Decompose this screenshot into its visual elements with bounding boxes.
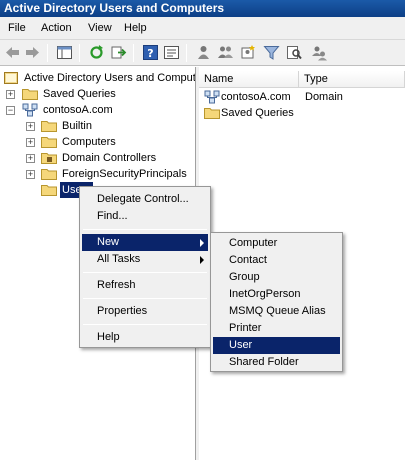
tree-label-builtin: Builtin bbox=[62, 120, 92, 132]
expand-icon[interactable]: + bbox=[6, 90, 15, 99]
tree-label-computers: Computers bbox=[62, 136, 116, 148]
submenu-item-msmq-queue-alias[interactable]: MSMQ Queue Alias bbox=[213, 303, 340, 320]
tree-label-foreign-security-principals: ForeignSecurityPrincipals bbox=[62, 168, 187, 180]
tree-label-root: Active Directory Users and Computers bbox=[24, 72, 196, 84]
console-tree-icon[interactable] bbox=[56, 44, 73, 61]
export-icon[interactable] bbox=[110, 44, 127, 61]
menu-item-all-tasks[interactable]: All Tasks bbox=[82, 251, 208, 268]
menu-help[interactable]: Help bbox=[124, 22, 147, 34]
snapin-icon bbox=[4, 72, 20, 84]
menu-item-properties[interactable]: Properties bbox=[82, 303, 208, 320]
window-title-bar: Active Directory Users and Computers bbox=[0, 0, 405, 17]
tree-item-domain[interactable]: − contosoA.com bbox=[6, 102, 195, 118]
toolbar: ? bbox=[0, 40, 405, 66]
submenu-item-contact[interactable]: Contact bbox=[213, 252, 340, 269]
back-icon[interactable] bbox=[4, 44, 21, 61]
help-icon[interactable]: ? bbox=[142, 44, 159, 61]
folder-icon bbox=[41, 168, 57, 180]
context-menu: Delegate Control... Find... New All Task… bbox=[79, 186, 211, 348]
menu-separator bbox=[83, 324, 207, 325]
menu-action[interactable]: Action bbox=[41, 22, 72, 34]
toolbar-separator bbox=[47, 44, 48, 62]
menu-separator bbox=[83, 272, 207, 273]
submenu-item-user[interactable]: User bbox=[213, 337, 340, 354]
domain-icon bbox=[22, 103, 38, 117]
properties-icon[interactable] bbox=[163, 44, 180, 61]
tree-item-foreign-security-principals[interactable]: + ForeignSecurityPrincipals bbox=[26, 166, 195, 182]
column-header-type[interactable]: Type bbox=[299, 71, 405, 88]
expand-icon[interactable]: + bbox=[26, 170, 35, 179]
expand-icon[interactable]: + bbox=[26, 154, 35, 163]
menu-view[interactable]: View bbox=[88, 22, 112, 34]
submenu-arrow-icon bbox=[200, 239, 204, 247]
folder-icon bbox=[41, 184, 57, 196]
toolbar-separator bbox=[79, 44, 80, 62]
list-item[interactable]: Saved Queries bbox=[204, 105, 404, 121]
menu-item-new[interactable]: New bbox=[82, 234, 208, 251]
column-header-name[interactable]: Name bbox=[199, 71, 299, 88]
forward-icon[interactable] bbox=[24, 44, 41, 61]
tree-label-saved-queries: Saved Queries bbox=[43, 88, 116, 100]
list-item-name: Saved Queries bbox=[221, 107, 294, 119]
filter-icon[interactable] bbox=[263, 44, 280, 61]
tree-label-domain-controllers: Domain Controllers bbox=[62, 152, 157, 164]
list-item[interactable]: contosoA.com Domain bbox=[204, 89, 404, 105]
tree-item-saved-queries[interactable]: + Saved Queries bbox=[6, 86, 195, 102]
submenu-item-computer[interactable]: Computer bbox=[213, 235, 340, 252]
list-item-name: contosoA.com bbox=[221, 91, 291, 103]
folder-icon bbox=[22, 88, 38, 100]
menu-separator bbox=[83, 229, 207, 230]
menu-file[interactable]: File bbox=[8, 22, 26, 34]
domain-icon bbox=[204, 90, 220, 104]
menu-bar: File Action View Help bbox=[0, 17, 405, 40]
new-group-icon[interactable] bbox=[240, 44, 257, 61]
submenu-item-shared-folder[interactable]: Shared Folder bbox=[213, 354, 340, 371]
folder-icon bbox=[41, 136, 57, 148]
svg-text:?: ? bbox=[147, 47, 153, 60]
toolbar-separator bbox=[186, 44, 187, 62]
menu-item-refresh[interactable]: Refresh bbox=[82, 277, 208, 294]
toolbar-separator bbox=[133, 44, 134, 62]
submenu-item-group[interactable]: Group bbox=[213, 269, 340, 286]
group-icon[interactable] bbox=[217, 44, 234, 61]
expand-icon[interactable]: + bbox=[26, 122, 35, 131]
folder-icon bbox=[41, 120, 57, 132]
menu-item-help[interactable]: Help bbox=[82, 329, 208, 346]
ou-folder-icon bbox=[41, 152, 57, 164]
tree-item-root[interactable]: Active Directory Users and Computers bbox=[4, 70, 196, 86]
list-item-type: Domain bbox=[305, 91, 343, 103]
tree-item-builtin[interactable]: + Builtin bbox=[26, 118, 195, 134]
collapse-icon[interactable]: − bbox=[6, 106, 15, 115]
menu-item-find[interactable]: Find... bbox=[82, 208, 208, 225]
new-submenu: Computer Contact Group InetOrgPerson MSM… bbox=[210, 232, 343, 372]
find-icon[interactable] bbox=[286, 44, 303, 61]
submenu-item-printer[interactable]: Printer bbox=[213, 320, 340, 337]
window-title: Active Directory Users and Computers bbox=[4, 1, 225, 15]
refresh-icon[interactable] bbox=[88, 44, 105, 61]
delegate-icon[interactable] bbox=[311, 44, 328, 61]
menu-item-new-label: New bbox=[97, 236, 120, 248]
folder-icon bbox=[204, 107, 220, 119]
menu-separator bbox=[83, 298, 207, 299]
users-icon[interactable] bbox=[195, 44, 212, 61]
expand-icon[interactable]: + bbox=[26, 138, 35, 147]
tree-item-domain-controllers[interactable]: + Domain Controllers bbox=[26, 150, 195, 166]
submenu-arrow-icon bbox=[200, 256, 204, 264]
submenu-item-inetorgperson[interactable]: InetOrgPerson bbox=[213, 286, 340, 303]
tree-label-domain: contosoA.com bbox=[43, 104, 113, 116]
menu-item-all-tasks-label: All Tasks bbox=[97, 253, 141, 265]
menu-item-delegate-control[interactable]: Delegate Control... bbox=[82, 191, 208, 208]
tree-item-computers[interactable]: + Computers bbox=[26, 134, 195, 150]
